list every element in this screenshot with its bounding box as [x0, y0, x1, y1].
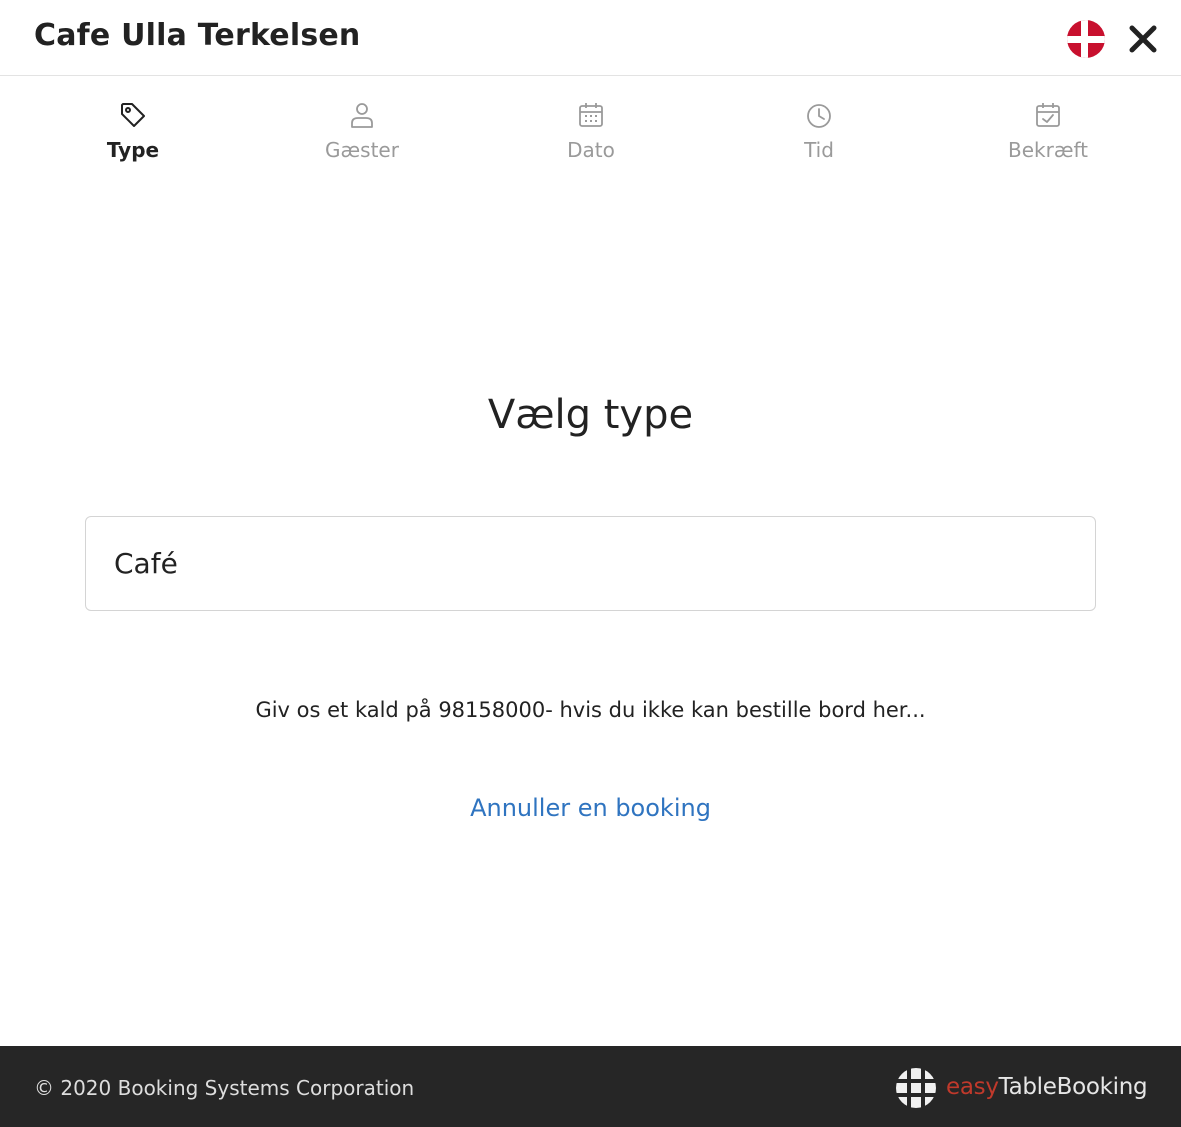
step-date[interactable]: Dato	[511, 100, 671, 162]
close-icon[interactable]	[1126, 22, 1160, 56]
calendar-icon	[579, 103, 603, 127]
step-guests[interactable]: Gæster	[282, 100, 442, 162]
brand-tablebooking: TableBooking	[998, 1074, 1148, 1100]
type-option-cafe[interactable]: Café	[85, 516, 1096, 611]
step-confirm[interactable]: Bekræft	[968, 100, 1128, 162]
section-heading: Vælg type	[487, 392, 694, 438]
step-navigation: Type Gæster Dato Tid Bekræft	[0, 100, 1181, 170]
footer: © 2020 Booking Systems Corporation easyT…	[0, 1046, 1181, 1127]
step-type[interactable]: Type	[53, 100, 213, 162]
info-text: Giv os et kald på 98158000- hvis du ikke…	[255, 698, 926, 722]
globe-grid-icon	[896, 1068, 936, 1108]
page-title: Cafe Ulla Terkelsen	[34, 18, 361, 53]
danish-flag-icon[interactable]	[1067, 20, 1105, 58]
brand-easy: easy	[946, 1074, 999, 1100]
flag-cross-horizontal	[1067, 36, 1105, 43]
step-date-label: Dato	[567, 138, 615, 162]
header: Cafe Ulla Terkelsen	[0, 0, 1181, 76]
cancel-booking-link[interactable]: Annuller en booking	[0, 794, 1181, 822]
step-confirm-label: Bekræft	[1008, 138, 1088, 162]
copyright-text: © 2020 Booking Systems Corporation	[34, 1076, 415, 1100]
calendar-check-icon	[1036, 103, 1060, 127]
step-time-label: Tid	[804, 138, 834, 162]
step-type-label: Type	[106, 138, 160, 162]
brand-wordmark[interactable]: easyTableBooking	[946, 1074, 1148, 1100]
step-time[interactable]: Tid	[739, 100, 899, 162]
user-icon	[351, 103, 373, 128]
tag-icon	[121, 103, 145, 127]
step-guests-label: Gæster	[325, 138, 399, 162]
clock-icon	[807, 104, 831, 128]
type-option-label: Café	[114, 547, 178, 580]
